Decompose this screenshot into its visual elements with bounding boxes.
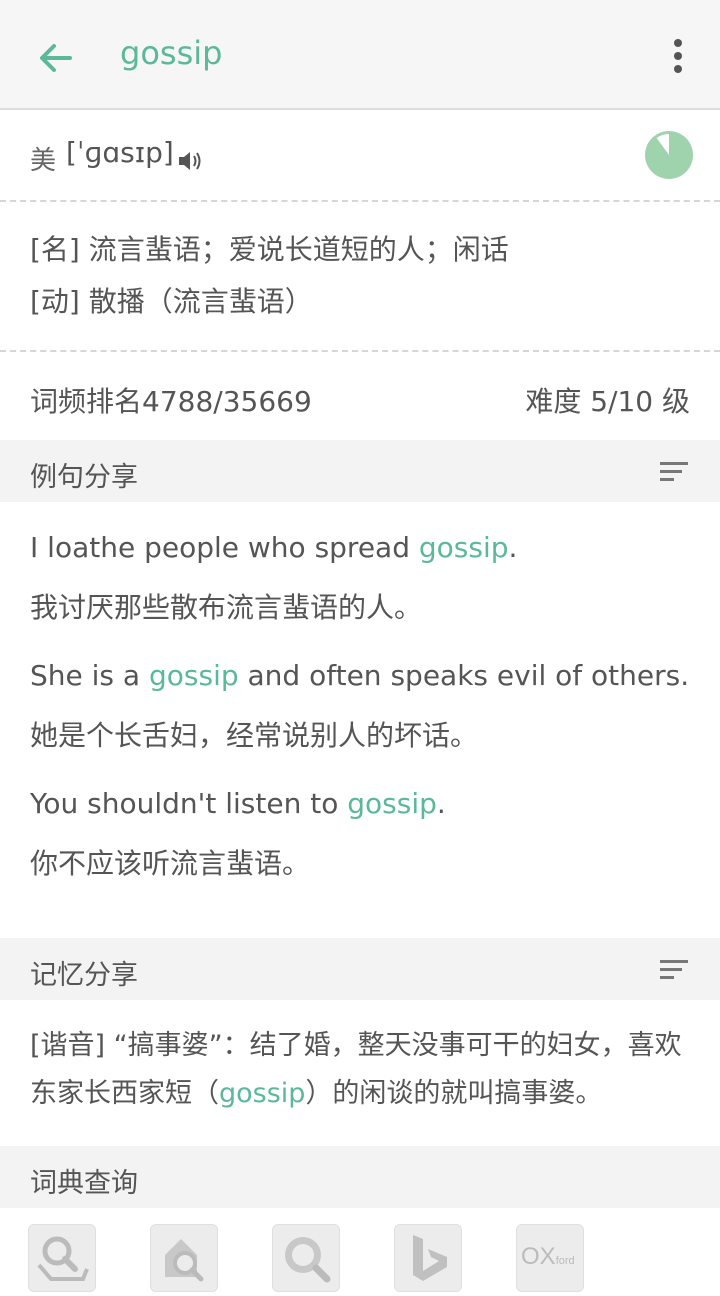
oxford-icon: OXford [521, 1243, 575, 1270]
definition-noun: [名] 流言蜚语；爱说长道短的人；闲话 [30, 233, 509, 266]
frequency-rank: 词频排名4788/35669 [30, 385, 312, 418]
stats-row: 词频排名4788/35669 难度 5/10 级 [0, 352, 720, 440]
examples-section-header: 例句分享 [0, 440, 720, 502]
dictionary-search-icon [37, 1236, 89, 1281]
dictionary-buttons: OXford [0, 1208, 720, 1296]
more-vertical-icon[interactable] [672, 38, 684, 74]
speaker-icon[interactable] [176, 146, 206, 176]
example-list: I loathe people who spread gossip. 我讨厌那些… [0, 502, 720, 938]
bing-button[interactable] [394, 1224, 462, 1292]
arrow-left-icon[interactable] [36, 38, 76, 78]
memory-section-header: 记忆分享 [0, 938, 720, 1000]
bing-icon [413, 1235, 447, 1281]
house-search-icon [165, 1239, 204, 1282]
sort-lines-icon[interactable] [660, 462, 688, 482]
highlight-word: gossip [418, 531, 509, 564]
section-title: 记忆分享 [30, 960, 138, 991]
example-en: You shouldn't listen to gossip. [30, 787, 446, 820]
dictionary-section-header: 词典查询 [0, 1146, 720, 1208]
example-item: She is a gossip and often speaks evil of… [30, 646, 690, 766]
house-search-button[interactable] [150, 1224, 218, 1292]
magnifier-button[interactable] [272, 1224, 340, 1292]
definitions: [名] 流言蜚语；爱说长道短的人；闲话 [动] 散播（流言蜚语） [0, 202, 720, 352]
dictionary-search-button[interactable] [28, 1224, 96, 1292]
app-bar: gossip [0, 0, 720, 110]
page-title: gossip [120, 34, 223, 72]
section-title: 词典查询 [30, 1168, 138, 1199]
example-zh: 她是个长舌妇，经常说别人的坏话。 [30, 719, 479, 752]
highlight-word: gossip [219, 1078, 306, 1109]
difficulty-level: 难度 5/10 级 [525, 385, 690, 418]
sort-lines-icon[interactable] [660, 960, 688, 980]
highlight-word: gossip [347, 787, 437, 820]
phonetic-text: [ˈɡɑsɪp] [66, 136, 174, 169]
oxford-button[interactable]: OXford [516, 1224, 584, 1292]
progress-pie-icon[interactable] [644, 130, 694, 180]
magnifier-icon [285, 1237, 331, 1283]
example-zh: 你不应该听流言蜚语。 [30, 847, 311, 880]
pronunciation-row: 美 [ˈɡɑsɪp] [0, 110, 720, 202]
example-item: You shouldn't listen to gossip. 你不应该听流言蜚… [30, 774, 690, 894]
region-label: 美 [30, 146, 57, 176]
example-zh: 我讨厌那些散布流言蜚语的人。 [30, 591, 423, 624]
example-en: She is a gossip and often speaks evil of… [30, 659, 690, 692]
section-title: 例句分享 [30, 462, 138, 493]
example-en: I loathe people who spread gossip. [30, 531, 518, 564]
definition-verb: [动] 散播（流言蜚语） [30, 285, 313, 318]
example-item: I loathe people who spread gossip. 我讨厌那些… [30, 518, 690, 638]
highlight-word: gossip [148, 659, 239, 692]
memory-text: [谐音] “搞事婆”：结了婚，整天没事可干的妇女，喜欢东家长西家短（gossip… [30, 1030, 682, 1109]
